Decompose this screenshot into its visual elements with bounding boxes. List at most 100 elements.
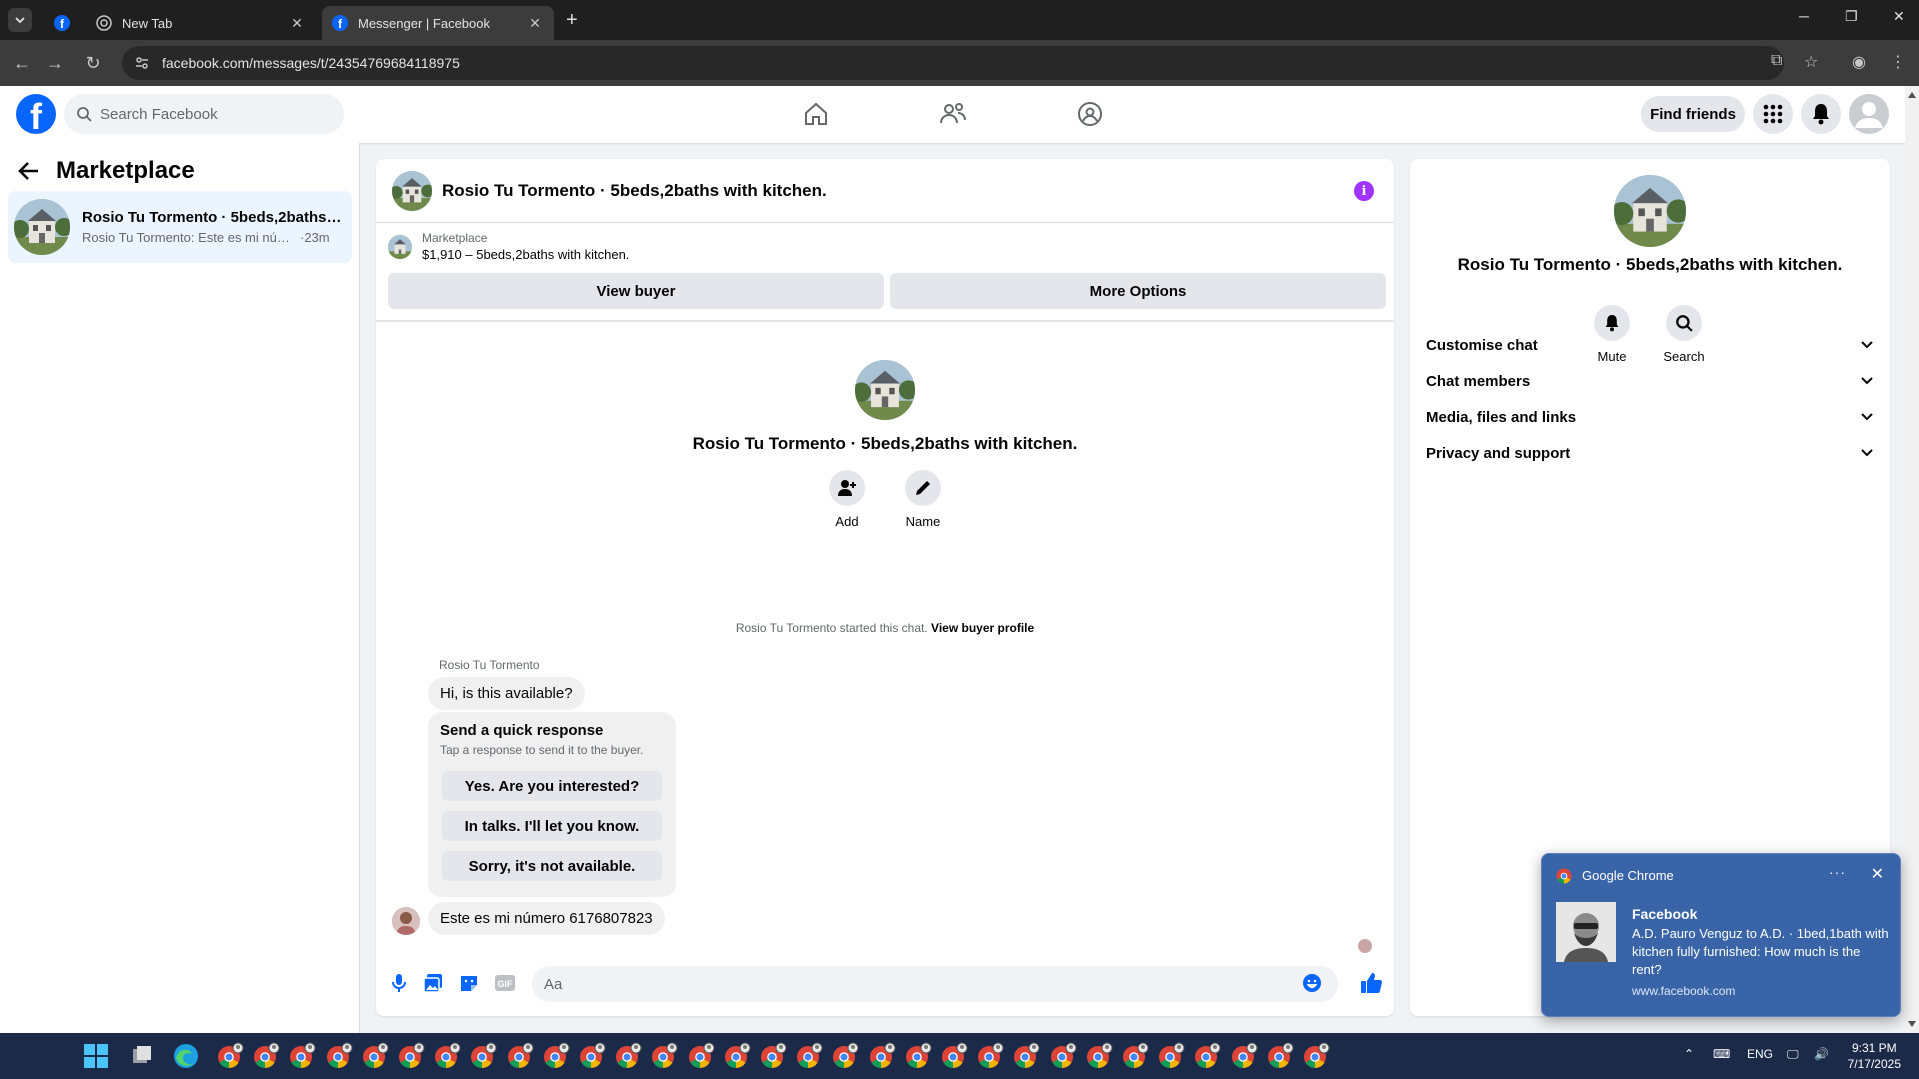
chrome-taskbar-icon[interactable] bbox=[795, 1042, 823, 1070]
chrome-taskbar-icon[interactable] bbox=[650, 1042, 678, 1070]
quick-response-button[interactable]: In talks. I'll let you know. bbox=[442, 811, 662, 841]
section-chat-members[interactable]: Chat members bbox=[1426, 363, 1874, 399]
tab-new-tab[interactable]: New Tab ✕ bbox=[86, 6, 316, 40]
chrome-taskbar-icon[interactable] bbox=[904, 1042, 932, 1070]
chrome-taskbar-icon[interactable] bbox=[1230, 1042, 1258, 1070]
language-indicator[interactable]: ENG bbox=[1747, 1047, 1773, 1061]
chrome-taskbar-icon[interactable] bbox=[325, 1042, 353, 1070]
message-bubble[interactable]: Este es mi número 6176807823 bbox=[428, 902, 665, 935]
menu-grid-button[interactable] bbox=[1753, 94, 1793, 134]
chrome-taskbar-icon[interactable] bbox=[1012, 1042, 1040, 1070]
chrome-taskbar-icon[interactable] bbox=[433, 1042, 461, 1070]
info-icon[interactable]: i bbox=[1354, 181, 1374, 201]
chrome-taskbar-icon[interactable] bbox=[252, 1042, 280, 1070]
chrome-taskbar-icon[interactable] bbox=[288, 1042, 316, 1070]
profile-icon[interactable]: ◉ bbox=[1852, 52, 1866, 72]
add-people-button[interactable]: Add bbox=[827, 470, 867, 529]
gif-icon[interactable]: GIF bbox=[494, 972, 516, 994]
pinned-tab-facebook[interactable]: f bbox=[44, 6, 84, 40]
page-scrollbar[interactable] bbox=[1905, 86, 1919, 1033]
account-avatar[interactable] bbox=[1849, 94, 1889, 134]
notifications-button[interactable] bbox=[1801, 94, 1841, 134]
chrome-taskbar-icon[interactable] bbox=[831, 1042, 859, 1070]
restore-icon[interactable]: ❐ bbox=[1845, 8, 1858, 25]
chrome-taskbar-icon[interactable] bbox=[1085, 1042, 1113, 1070]
message-input-wrapper[interactable] bbox=[532, 966, 1338, 1002]
chrome-taskbar-icon[interactable] bbox=[759, 1042, 787, 1070]
close-icon[interactable]: ✕ bbox=[1871, 864, 1884, 884]
chrome-taskbar-icon[interactable] bbox=[976, 1042, 1004, 1070]
network-icon[interactable]: 🖵 bbox=[1787, 1047, 1799, 1062]
system-clock[interactable]: 9:31 PM 7/17/2025 bbox=[1848, 1040, 1901, 1072]
conversation-item[interactable]: Rosio Tu Tormento · 5beds,2baths with ki… bbox=[8, 191, 352, 263]
name-chat-button[interactable]: Name bbox=[903, 470, 943, 529]
chrome-taskbar-icon[interactable] bbox=[868, 1042, 896, 1070]
chrome-taskbar-icon[interactable] bbox=[1302, 1042, 1330, 1070]
search-box[interactable] bbox=[64, 94, 344, 134]
chrome-taskbar-icon[interactable] bbox=[469, 1042, 497, 1070]
quick-response-button[interactable]: Yes. Are you interested? bbox=[442, 771, 662, 801]
view-buyer-button[interactable]: View buyer bbox=[388, 273, 884, 309]
tab-messenger[interactable]: f Messenger | Facebook ✕ bbox=[322, 6, 554, 40]
house-avatar[interactable] bbox=[392, 170, 432, 211]
chrome-taskbar-icon[interactable] bbox=[1193, 1042, 1221, 1070]
chrome-taskbar-icon[interactable] bbox=[1157, 1042, 1185, 1070]
scroll-down-icon[interactable] bbox=[1908, 1021, 1916, 1027]
chrome-taskbar-icon[interactable] bbox=[216, 1042, 244, 1070]
photo-icon[interactable] bbox=[422, 972, 444, 994]
chrome-taskbar-icon[interactable] bbox=[542, 1042, 570, 1070]
listing-detail[interactable]: $1,910 – 5beds,2baths with kitchen. bbox=[422, 247, 629, 262]
keyboard-icon[interactable]: ⌨ bbox=[1713, 1047, 1730, 1061]
address-bar[interactable]: facebook.com/messages/t/2435476968411897… bbox=[122, 46, 1784, 80]
view-buyer-profile-link[interactable]: View buyer profile bbox=[931, 621, 1034, 635]
section-privacy-support[interactable]: Privacy and support bbox=[1426, 435, 1874, 471]
message-input[interactable] bbox=[544, 975, 1284, 993]
facebook-logo-icon[interactable]: f bbox=[16, 94, 56, 134]
chat-title[interactable]: Rosio Tu Tormento · 5beds,2baths with ki… bbox=[442, 181, 827, 201]
more-options-icon[interactable]: ··· bbox=[1829, 864, 1846, 880]
tab-search-button[interactable] bbox=[8, 8, 32, 32]
more-options-button[interactable]: More Options bbox=[890, 273, 1386, 309]
back-arrow-icon[interactable]: ← bbox=[11, 52, 33, 74]
friends-icon[interactable] bbox=[937, 98, 969, 130]
site-settings-icon[interactable] bbox=[134, 55, 150, 71]
quick-response-button[interactable]: Sorry, it's not available. bbox=[442, 851, 662, 881]
sticker-icon[interactable] bbox=[458, 972, 480, 994]
minimize-icon[interactable]: ─ bbox=[1799, 8, 1809, 24]
new-tab-button[interactable]: + bbox=[566, 8, 578, 32]
thumbs-up-icon[interactable] bbox=[1360, 972, 1382, 994]
chrome-taskbar-icon[interactable] bbox=[1049, 1042, 1077, 1070]
volume-icon[interactable]: 🔊 bbox=[1814, 1047, 1829, 1061]
message-bubble[interactable]: Hi, is this available? bbox=[428, 677, 585, 710]
emoji-icon[interactable] bbox=[1301, 972, 1323, 994]
chrome-taskbar-icon[interactable] bbox=[687, 1042, 715, 1070]
microphone-icon[interactable] bbox=[388, 972, 410, 994]
chrome-taskbar-icon[interactable] bbox=[1121, 1042, 1149, 1070]
chrome-taskbar-icon[interactable] bbox=[1266, 1042, 1294, 1070]
scroll-up-icon[interactable] bbox=[1908, 92, 1916, 98]
chrome-notification[interactable]: Google Chrome ··· ✕ Facebook A.D. Pauro … bbox=[1541, 853, 1901, 1017]
chrome-taskbar-icon[interactable] bbox=[578, 1042, 606, 1070]
kebab-menu-icon[interactable]: ⋮ bbox=[1890, 52, 1906, 72]
close-icon[interactable]: ✕ bbox=[526, 15, 544, 32]
chrome-taskbar-icon[interactable] bbox=[940, 1042, 968, 1070]
house-avatar[interactable] bbox=[1614, 175, 1686, 247]
section-media-files-links[interactable]: Media, files and links bbox=[1426, 399, 1874, 435]
chrome-taskbar-icon[interactable] bbox=[614, 1042, 642, 1070]
sender-avatar[interactable] bbox=[392, 907, 420, 935]
bookmark-star-icon[interactable]: ☆ bbox=[1804, 52, 1818, 72]
chrome-taskbar-icon[interactable] bbox=[506, 1042, 534, 1070]
reload-icon[interactable]: ↻ bbox=[82, 52, 104, 74]
back-arrow-icon[interactable] bbox=[18, 161, 40, 181]
chrome-taskbar-icon[interactable] bbox=[723, 1042, 751, 1070]
chrome-taskbar-icon[interactable] bbox=[397, 1042, 425, 1070]
search-input[interactable] bbox=[100, 105, 320, 123]
groups-icon[interactable] bbox=[1074, 98, 1106, 130]
chrome-taskbar-icon[interactable] bbox=[361, 1042, 389, 1070]
close-icon[interactable]: ✕ bbox=[288, 15, 306, 32]
forward-arrow-icon[interactable]: → bbox=[44, 52, 66, 74]
install-app-icon[interactable]: ⧉ bbox=[1771, 52, 1782, 70]
windows-start-icon[interactable] bbox=[82, 1042, 110, 1070]
close-window-icon[interactable]: ✕ bbox=[1893, 8, 1905, 25]
home-icon[interactable] bbox=[800, 98, 832, 130]
